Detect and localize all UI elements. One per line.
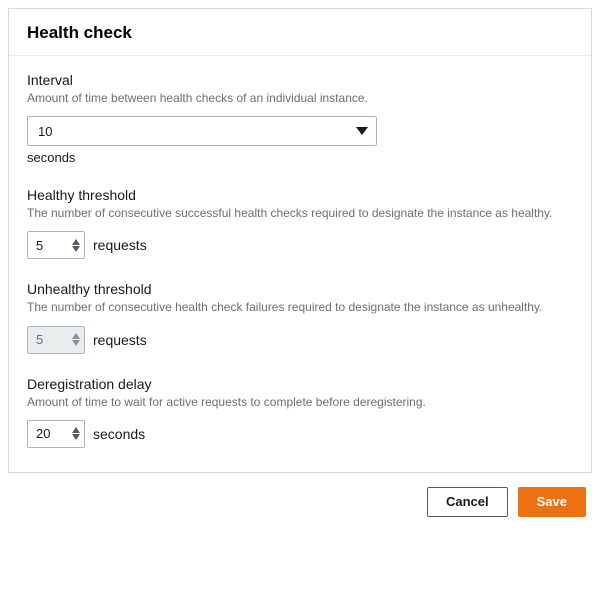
healthy-threshold-field: Healthy threshold The number of consecut…	[27, 187, 573, 259]
deregistration-delay-row: 20 seconds	[27, 420, 573, 448]
unhealthy-threshold-description: The number of consecutive health check f…	[27, 299, 573, 315]
stepper-buttons	[72, 239, 80, 252]
unhealthy-threshold-row: 5 requests	[27, 326, 573, 354]
save-button[interactable]: Save	[518, 487, 586, 517]
interval-label: Interval	[27, 72, 573, 88]
unhealthy-threshold-field: Unhealthy threshold The number of consec…	[27, 281, 573, 353]
healthy-threshold-unit: requests	[93, 237, 147, 253]
deregistration-delay-label: Deregistration delay	[27, 376, 573, 392]
healthy-threshold-label: Healthy threshold	[27, 187, 573, 203]
interval-select[interactable]: 10	[27, 116, 377, 146]
stepper-up-icon	[72, 333, 80, 339]
healthy-threshold-row: 5 requests	[27, 231, 573, 259]
panel-header: Health check	[9, 9, 591, 56]
deregistration-delay-description: Amount of time to wait for active reques…	[27, 394, 573, 410]
healthy-threshold-stepper[interactable]: 5	[27, 231, 85, 259]
interval-select-value: 10	[38, 124, 52, 139]
interval-description: Amount of time between health checks of …	[27, 90, 573, 106]
interval-field: Interval Amount of time between health c…	[27, 72, 573, 165]
footer: Cancel Save	[8, 473, 592, 517]
unhealthy-threshold-stepper: 5	[27, 326, 85, 354]
unhealthy-threshold-value: 5	[36, 332, 43, 347]
stepper-down-icon[interactable]	[72, 434, 80, 440]
stepper-down-icon[interactable]	[72, 246, 80, 252]
stepper-up-icon[interactable]	[72, 427, 80, 433]
unhealthy-threshold-label: Unhealthy threshold	[27, 281, 573, 297]
deregistration-delay-field: Deregistration delay Amount of time to w…	[27, 376, 573, 448]
deregistration-delay-stepper[interactable]: 20	[27, 420, 85, 448]
interval-unit: seconds	[27, 150, 573, 165]
healthy-threshold-description: The number of consecutive successful hea…	[27, 205, 573, 221]
interval-select-wrap: 10	[27, 116, 377, 146]
unhealthy-threshold-unit: requests	[93, 332, 147, 348]
panel-title: Health check	[27, 23, 573, 43]
cancel-button[interactable]: Cancel	[427, 487, 508, 517]
panel-body: Interval Amount of time between health c…	[9, 56, 591, 472]
stepper-buttons	[72, 427, 80, 440]
stepper-down-icon	[72, 340, 80, 346]
stepper-up-icon[interactable]	[72, 239, 80, 245]
health-check-panel: Health check Interval Amount of time bet…	[8, 8, 592, 473]
deregistration-delay-value: 20	[36, 426, 50, 441]
stepper-buttons	[72, 333, 80, 346]
deregistration-delay-unit: seconds	[93, 426, 145, 442]
healthy-threshold-value: 5	[36, 238, 43, 253]
